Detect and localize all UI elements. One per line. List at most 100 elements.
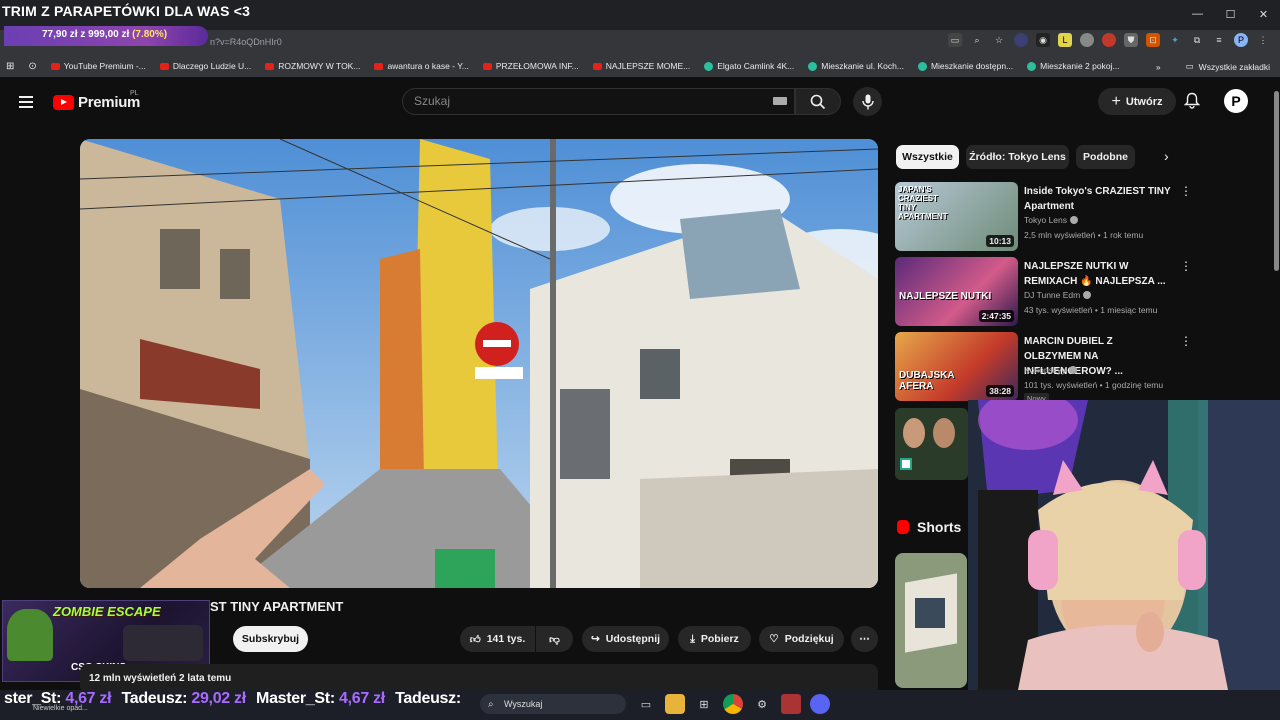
- extension-icon[interactable]: [1102, 33, 1116, 47]
- profile-icon[interactable]: P: [1234, 33, 1248, 47]
- bookmark-item[interactable]: Dlaczego Ludzie U...: [159, 61, 251, 71]
- search-input[interactable]: [402, 88, 795, 115]
- more-actions-button[interactable]: ⋯: [851, 626, 878, 652]
- apps-icon[interactable]: ⊞: [6, 61, 14, 72]
- views-line: 12 mln wyświetleń 2 lata temu: [89, 673, 232, 684]
- recommendation-item[interactable]: NAJLEPSZE NUTKI 2:47:35 NAJLEPSZE NUTKI …: [895, 257, 1195, 327]
- zoom-icon[interactable]: ⌕: [970, 33, 984, 47]
- url-field[interactable]: n?v=R4oQDnHIr0: [210, 37, 282, 47]
- youtube-premium-logo[interactable]: Premium PL: [53, 90, 140, 111]
- extension-icon[interactable]: ◉: [1036, 33, 1050, 47]
- chevron-right-icon: »: [1155, 61, 1161, 72]
- chip-related[interactable]: Podobne: [1076, 145, 1135, 169]
- bookmark-item[interactable]: Mieszkanie ul. Koch...: [808, 61, 904, 71]
- task-view-icon[interactable]: ▭: [636, 694, 656, 714]
- extension-icon[interactable]: ✦: [1168, 33, 1182, 47]
- search-icon: [810, 94, 826, 109]
- folder-icon: ▭: [1185, 61, 1194, 71]
- bookmark-item[interactable]: YouTube Premium -...: [50, 61, 146, 71]
- channel-name[interactable]: DJ Tunne Edm: [1024, 290, 1092, 300]
- more-options-icon[interactable]: ⋮: [1180, 259, 1192, 273]
- cast-icon[interactable]: ▭: [948, 33, 962, 47]
- discord-icon[interactable]: [810, 694, 830, 714]
- video-player[interactable]: [80, 139, 878, 588]
- weather-widget[interactable]: Niewielkie opad...: [33, 705, 88, 712]
- short-thumbnail[interactable]: [895, 553, 967, 688]
- video-thumbnail[interactable]: NAJLEPSZE NUTKI 2:47:35: [895, 257, 1018, 326]
- recommendation-item[interactable]: DUBAJSKA AFERA 38:28 MARCIN DUBIEL Z OLB…: [895, 332, 1195, 404]
- bookmark-item[interactable]: Mieszkanie 2 pokoj...: [1027, 61, 1120, 71]
- shield-icon[interactable]: ⛊: [1124, 33, 1138, 47]
- keyboard-icon[interactable]: [773, 97, 787, 105]
- extension-icon[interactable]: ⊡: [1146, 33, 1160, 47]
- thumbnail-text: JAPAN'S CRAZIEST TINY APARTMENT: [898, 185, 948, 221]
- video-thumbnail[interactable]: DUBAJSKA AFERA 38:28: [895, 332, 1018, 401]
- share-button[interactable]: ↪ Udostępnij: [582, 626, 669, 652]
- youtube-play-icon: [53, 95, 74, 110]
- shorts-header: Shorts: [897, 519, 961, 535]
- bookmark-item[interactable]: NAJLEPSZE MOME...: [592, 61, 690, 71]
- video-thumbnail[interactable]: JAPAN'S CRAZIEST TINY APARTMENT 10:13: [895, 182, 1018, 251]
- thumbs-up-icon: 👍︎: [469, 633, 481, 646]
- chrome-icon[interactable]: [723, 694, 743, 714]
- channel-name[interactable]: Konopskyy: [1024, 365, 1077, 375]
- extension-icon[interactable]: L: [1058, 33, 1072, 47]
- minimize-button[interactable]: —: [1181, 0, 1214, 28]
- taskbar-search[interactable]: ⌕ Wyszukaj: [480, 694, 626, 714]
- subscribe-button[interactable]: Subskrybuj: [233, 626, 308, 652]
- bookmark-star-icon[interactable]: ☆: [992, 33, 1006, 47]
- chip-all[interactable]: Wszystkie: [896, 145, 959, 169]
- bookmark-item[interactable]: Elgato Camlink 4K...: [704, 61, 794, 71]
- close-button[interactable]: ✕: [1247, 0, 1280, 28]
- video-meta: 43 tys. wyświetleń • 1 miesiąc temu: [1024, 305, 1158, 315]
- globe-icon[interactable]: ⊙: [28, 61, 36, 72]
- youtube-icon: [159, 62, 169, 70]
- file-explorer-icon[interactable]: [665, 694, 685, 714]
- shorts-icon: [897, 520, 909, 534]
- search-button[interactable]: [795, 88, 841, 115]
- bookmark-item[interactable]: PRZEŁOMOWA INF...: [482, 61, 579, 71]
- maximize-button[interactable]: ☐: [1214, 0, 1247, 28]
- duration-badge: 10:13: [986, 235, 1014, 247]
- bookmark-item[interactable]: awantura o kase - Y...: [374, 61, 469, 71]
- thanks-button[interactable]: ♡ Podziękuj: [759, 626, 844, 652]
- page-scrollbar[interactable]: [1272, 77, 1280, 400]
- create-button[interactable]: + Utwórz: [1098, 88, 1176, 115]
- search-placeholder: Szukaj: [414, 94, 451, 108]
- more-dots-icon: ⋯: [859, 633, 870, 645]
- puzzle-icon[interactable]: ⧉: [1190, 33, 1204, 47]
- bookmark-item[interactable]: Mieszkanie dostępn...: [917, 61, 1013, 71]
- reading-list-icon[interactable]: ≡: [1212, 33, 1226, 47]
- extension-icon[interactable]: [1080, 33, 1094, 47]
- extension-icon[interactable]: [1014, 33, 1028, 47]
- menu-dots-icon[interactable]: ⋮: [1256, 33, 1270, 47]
- account-avatar[interactable]: P: [1224, 89, 1248, 113]
- thumbnail-text: NAJLEPSZE NUTKI: [899, 291, 992, 302]
- youtube-icon: [482, 62, 492, 70]
- like-button[interactable]: 👍︎ 141 tys.: [460, 626, 535, 652]
- more-options-icon[interactable]: ⋮: [1180, 334, 1192, 348]
- bookmark-item[interactable]: ROZMOWY W TOK...: [265, 61, 360, 71]
- chevron-right-icon[interactable]: ›: [1164, 148, 1169, 164]
- verified-icon: [1070, 216, 1078, 224]
- heart-dollar-icon: ♡: [769, 633, 779, 645]
- all-bookmarks-button[interactable]: » ▭ Wszystkie zakładki: [1156, 61, 1270, 72]
- download-button[interactable]: ⤓ Pobierz: [678, 626, 751, 652]
- recommendation-item[interactable]: JAPAN'S CRAZIEST TINY APARTMENT 10:13 In…: [895, 182, 1195, 252]
- scrollbar-thumb[interactable]: [1274, 91, 1279, 271]
- video-thumbnail[interactable]: [895, 408, 968, 480]
- chip-source[interactable]: Źródło: Tokyo Lens: [966, 145, 1069, 169]
- dislike-button[interactable]: 👎︎: [536, 626, 573, 652]
- hamburger-menu-icon[interactable]: [19, 96, 33, 108]
- webcam-overlay: [968, 400, 1280, 690]
- obs-icon[interactable]: [781, 694, 801, 714]
- verified-icon: [1083, 291, 1092, 299]
- voice-search-button[interactable]: [853, 87, 882, 116]
- steam-icon[interactable]: ⚙: [752, 694, 772, 714]
- channel-name[interactable]: Tokyo Lens: [1024, 215, 1078, 225]
- notifications-bell-icon[interactable]: [1183, 92, 1201, 113]
- more-options-icon[interactable]: ⋮: [1180, 184, 1192, 198]
- webcam-image: [968, 400, 1280, 690]
- recommendation-title: Inside Tokyo's CRAZIEST TINY Apartment: [1024, 186, 1171, 212]
- store-icon[interactable]: ⊞: [694, 694, 714, 714]
